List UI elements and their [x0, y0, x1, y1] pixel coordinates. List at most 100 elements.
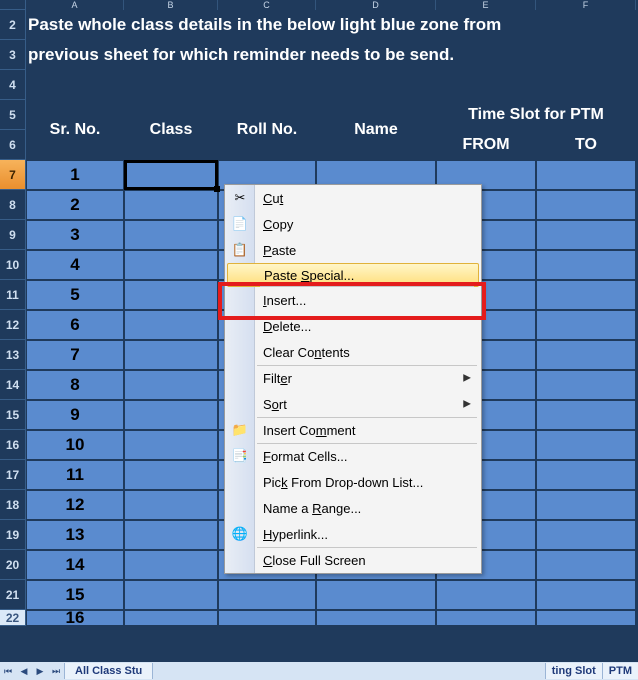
data-cell[interactable] — [536, 280, 636, 310]
row-header[interactable]: 5 — [0, 100, 26, 130]
data-cell[interactable] — [124, 250, 218, 280]
data-cell[interactable] — [316, 610, 436, 626]
data-cell[interactable] — [124, 550, 218, 580]
data-cell[interactable] — [124, 490, 218, 520]
menu-close-full-screen[interactable]: Close Full Screen — [225, 547, 481, 573]
data-cell[interactable] — [536, 340, 636, 370]
data-cell[interactable] — [536, 550, 636, 580]
row-header[interactable]: 7 — [0, 160, 26, 190]
menu-copy[interactable]: 📄 Copy — [225, 211, 481, 237]
data-cell[interactable]: 13 — [26, 520, 124, 550]
data-cell[interactable] — [536, 250, 636, 280]
menu-clear-contents[interactable]: Clear Contents — [225, 339, 481, 365]
data-cell[interactable]: 6 — [26, 310, 124, 340]
data-cell[interactable] — [124, 430, 218, 460]
data-cell[interactable]: 11 — [26, 460, 124, 490]
data-cell[interactable]: 5 — [26, 280, 124, 310]
menu-hyperlink[interactable]: 🌐 Hyperlink... — [225, 521, 481, 547]
data-cell[interactable] — [536, 580, 636, 610]
data-cell[interactable]: 14 — [26, 550, 124, 580]
col-header[interactable]: E — [436, 0, 536, 10]
data-cell[interactable] — [536, 370, 636, 400]
row-header[interactable]: 16 — [0, 430, 26, 460]
data-cell[interactable] — [124, 520, 218, 550]
row-header[interactable]: 22 — [0, 610, 26, 626]
data-cell[interactable]: 4 — [26, 250, 124, 280]
row-header[interactable]: 15 — [0, 400, 26, 430]
data-cell[interactable] — [536, 610, 636, 626]
data-cell[interactable] — [124, 190, 218, 220]
col-header[interactable]: F — [536, 0, 636, 10]
sheet-tab[interactable]: ting Slot — [545, 663, 602, 679]
col-header[interactable]: B — [124, 0, 218, 10]
tab-nav-prev[interactable]: ◀ — [16, 663, 32, 679]
row-header[interactable]: 6 — [0, 130, 26, 160]
data-cell[interactable]: 1 — [26, 160, 124, 190]
menu-insert-comment[interactable]: 📁 Insert Comment — [225, 417, 481, 443]
menu-sort[interactable]: Sort ▶ — [225, 391, 481, 417]
data-cell[interactable] — [536, 310, 636, 340]
row-header[interactable]: 17 — [0, 460, 26, 490]
data-cell[interactable]: 3 — [26, 220, 124, 250]
selected-cell[interactable] — [124, 160, 218, 190]
data-cell[interactable] — [124, 580, 218, 610]
data-cell[interactable] — [536, 520, 636, 550]
data-cell[interactable] — [124, 220, 218, 250]
data-cell[interactable] — [124, 370, 218, 400]
data-cell[interactable] — [536, 160, 636, 190]
sheet-tab-active[interactable]: All Class Stu — [64, 663, 153, 679]
data-cell[interactable] — [436, 610, 536, 626]
row-header[interactable]: 21 — [0, 580, 26, 610]
row-header[interactable]: 20 — [0, 550, 26, 580]
data-cell[interactable] — [316, 580, 436, 610]
data-cell[interactable]: 7 — [26, 340, 124, 370]
row-header[interactable]: 13 — [0, 340, 26, 370]
sheet-tab[interactable]: PTM — [602, 663, 638, 679]
row-header[interactable]: 4 — [0, 70, 26, 100]
menu-pick-from-list[interactable]: Pick From Drop-down List... — [225, 469, 481, 495]
data-cell[interactable]: 9 — [26, 400, 124, 430]
row-header[interactable]: 19 — [0, 520, 26, 550]
data-cell[interactable]: 12 — [26, 490, 124, 520]
row-header[interactable]: 11 — [0, 280, 26, 310]
col-header[interactable]: A — [26, 0, 124, 10]
row-header[interactable]: 18 — [0, 490, 26, 520]
data-cell[interactable] — [124, 310, 218, 340]
fill-handle[interactable] — [214, 186, 220, 192]
data-cell[interactable] — [536, 220, 636, 250]
menu-paste[interactable]: 📋 Paste — [225, 237, 481, 263]
menu-filter[interactable]: Filter ▶ — [225, 365, 481, 391]
data-cell[interactable] — [536, 430, 636, 460]
menu-delete[interactable]: Delete... — [225, 313, 481, 339]
data-cell[interactable] — [536, 400, 636, 430]
row-header[interactable]: 2 — [0, 10, 26, 40]
tab-nav-first[interactable]: ⏮ — [0, 663, 16, 679]
data-cell[interactable] — [124, 340, 218, 370]
data-cell[interactable] — [124, 400, 218, 430]
data-cell[interactable] — [124, 610, 218, 626]
data-cell[interactable] — [218, 580, 316, 610]
col-header[interactable]: C — [218, 0, 316, 10]
menu-cut[interactable]: ✂ Cut — [225, 185, 481, 211]
menu-insert[interactable]: Insert... — [225, 287, 481, 313]
menu-name-range[interactable]: Name a Range... — [225, 495, 481, 521]
row-header[interactable]: 10 — [0, 250, 26, 280]
data-cell[interactable]: 15 — [26, 580, 124, 610]
col-header[interactable]: D — [316, 0, 436, 10]
menu-paste-special[interactable]: Paste Special... — [227, 263, 479, 287]
menu-format-cells[interactable]: 📑 Format Cells... — [225, 443, 481, 469]
data-cell[interactable] — [436, 580, 536, 610]
data-cell[interactable] — [218, 610, 316, 626]
tab-nav-last[interactable]: ⏭ — [48, 663, 64, 679]
data-cell[interactable] — [124, 460, 218, 490]
data-cell[interactable] — [536, 460, 636, 490]
data-cell[interactable]: 16 — [26, 610, 124, 626]
tab-nav-next[interactable]: ▶ — [32, 663, 48, 679]
data-cell[interactable]: 8 — [26, 370, 124, 400]
data-cell[interactable] — [536, 190, 636, 220]
row-header[interactable]: 12 — [0, 310, 26, 340]
data-cell[interactable] — [536, 490, 636, 520]
data-cell[interactable]: 2 — [26, 190, 124, 220]
row-header[interactable]: 9 — [0, 220, 26, 250]
data-cell[interactable]: 10 — [26, 430, 124, 460]
